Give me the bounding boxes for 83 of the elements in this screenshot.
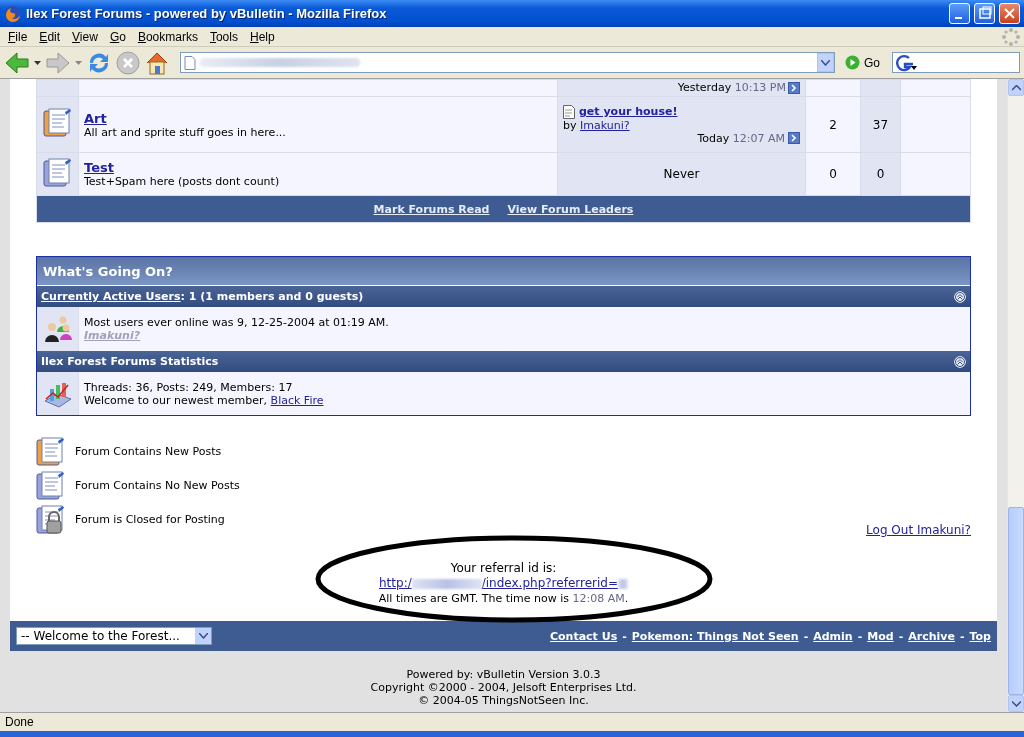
footer-link[interactable]: Mark Forums Read [373, 202, 490, 216]
copyright-line: Powered by: vBulletin Version 3.0.3 [405, 668, 602, 681]
address-field[interactable] [180, 52, 835, 73]
page-icon [184, 55, 196, 70]
footer-link[interactable]: Pokemon: Things Not Seen [631, 629, 799, 643]
referral-label: Your referral id is: [450, 561, 557, 576]
browser-logo-icon [4, 4, 22, 23]
legend-text: Forum Contains New Posts [75, 445, 222, 458]
loading-throbber-icon [1002, 27, 1020, 46]
dropdown-button[interactable] [817, 53, 834, 72]
legend-text: Forum is Closed for Posting [75, 513, 225, 526]
collapse-icon[interactable] [954, 355, 966, 368]
go-to-post-icon [788, 132, 800, 144]
legend-text: Forum Contains No New Posts [75, 479, 240, 492]
copyright-line: © 2004-05 ThingsNotSeen Inc. [417, 694, 590, 707]
post-count: 0 [876, 167, 885, 181]
stats-text: Threads: 36, Posts: 249, Members: 17 [84, 380, 294, 394]
window-title: Ilex Forest Forums - powered by vBulletin - Mozilla Firefox [26, 6, 388, 21]
forum-description: All art and sprite stuff goes in here... [84, 125, 287, 139]
member-link[interactable]: Black Fire [270, 393, 324, 407]
search-engine-icon [896, 53, 918, 72]
menu-item[interactable]: Help [243, 29, 281, 44]
link-separator: - [898, 629, 904, 643]
blurred-mark [411, 578, 482, 589]
caret-icon[interactable] [34, 60, 41, 65]
link-separator: - [622, 629, 627, 643]
forum-description: Test+Spam here (posts dont count) [84, 175, 281, 188]
forum-icon [43, 108, 72, 138]
post-count: 37 [872, 117, 889, 132]
welcome-text: Welcome to our newest member, Black Fire [84, 393, 325, 407]
thread-count: 0 [829, 167, 837, 181]
go-button[interactable]: Go [845, 55, 880, 70]
search-field[interactable] [892, 52, 1020, 73]
thread-count: 2 [829, 117, 837, 132]
caret-icon [198, 633, 208, 639]
locked-forum-icon [36, 504, 65, 535]
caret-icon [821, 59, 830, 66]
scroll-up-icon[interactable] [1011, 84, 1021, 91]
footer-link[interactable]: Archive [908, 629, 955, 643]
last-post-time: Yesterday 10:13 PM [677, 82, 786, 94]
thread-link[interactable]: get your house! [579, 105, 678, 118]
panel-title: What's Going On? [37, 257, 970, 286]
footer-link[interactable]: Mod [867, 629, 894, 643]
play-icon [845, 55, 860, 70]
menu-item[interactable]: Tools [203, 29, 244, 44]
time-note: All times are GMT. The time now is 12:08 AM. [378, 591, 629, 606]
collapse-icon[interactable] [954, 290, 966, 303]
forum-jump-select[interactable]: -- Welcome to the Forest... [16, 627, 212, 645]
menu-item[interactable]: File [2, 29, 34, 44]
forum-icon [36, 470, 65, 501]
link-separator: - [959, 629, 965, 643]
last-post-text: Never [663, 167, 700, 181]
scrollbar[interactable] [1007, 79, 1024, 712]
section-header: Ilex Forest Forums Statistics [41, 355, 219, 368]
section-header: : 1 (1 members and 0 guests) [180, 290, 364, 303]
copyright-line: Copyright ©2000 - 2004, Jelsoft Enterprises Ltd. [369, 681, 638, 694]
blurred-mark [618, 578, 628, 589]
menu-item[interactable]: Go [103, 29, 132, 44]
users-icon [42, 314, 73, 344]
menu-item[interactable]: Bookmarks [131, 29, 204, 44]
menu-item[interactable]: View [66, 29, 104, 44]
scroll-down-icon[interactable] [1011, 700, 1021, 707]
section-link[interactable]: Currently Active Users [41, 290, 181, 303]
forum-icon [36, 436, 65, 467]
referral-link[interactable]: http:/ /index.php?referrerid= [379, 576, 628, 591]
go-to-post-icon [788, 82, 800, 94]
record-text: Most users ever online was 9, 12-25-2004 at 01:19 AM. [84, 316, 390, 329]
forum-link[interactable]: Test [84, 160, 114, 175]
footer-link[interactable]: Top [969, 629, 991, 643]
post-author: by Imakuni? [563, 118, 631, 132]
last-post-time: Today 12:07 AM [697, 131, 785, 145]
footer-link[interactable]: Admin [813, 629, 853, 643]
forum-link[interactable]: Art [84, 110, 107, 126]
footer-link[interactable]: View Forum Leaders [507, 202, 634, 216]
link-separator: - [803, 629, 809, 643]
footer-link[interactable]: Contact Us [549, 629, 618, 643]
forum-icon [43, 157, 72, 188]
link-separator: - [857, 629, 863, 643]
post-icon [563, 104, 575, 119]
author-link[interactable]: Imakuni? [580, 118, 630, 132]
menu-item[interactable]: Edit [33, 29, 67, 44]
logout-link[interactable]: Log Out Imakuni? [866, 523, 971, 537]
scroll-thumb[interactable] [1008, 507, 1024, 695]
